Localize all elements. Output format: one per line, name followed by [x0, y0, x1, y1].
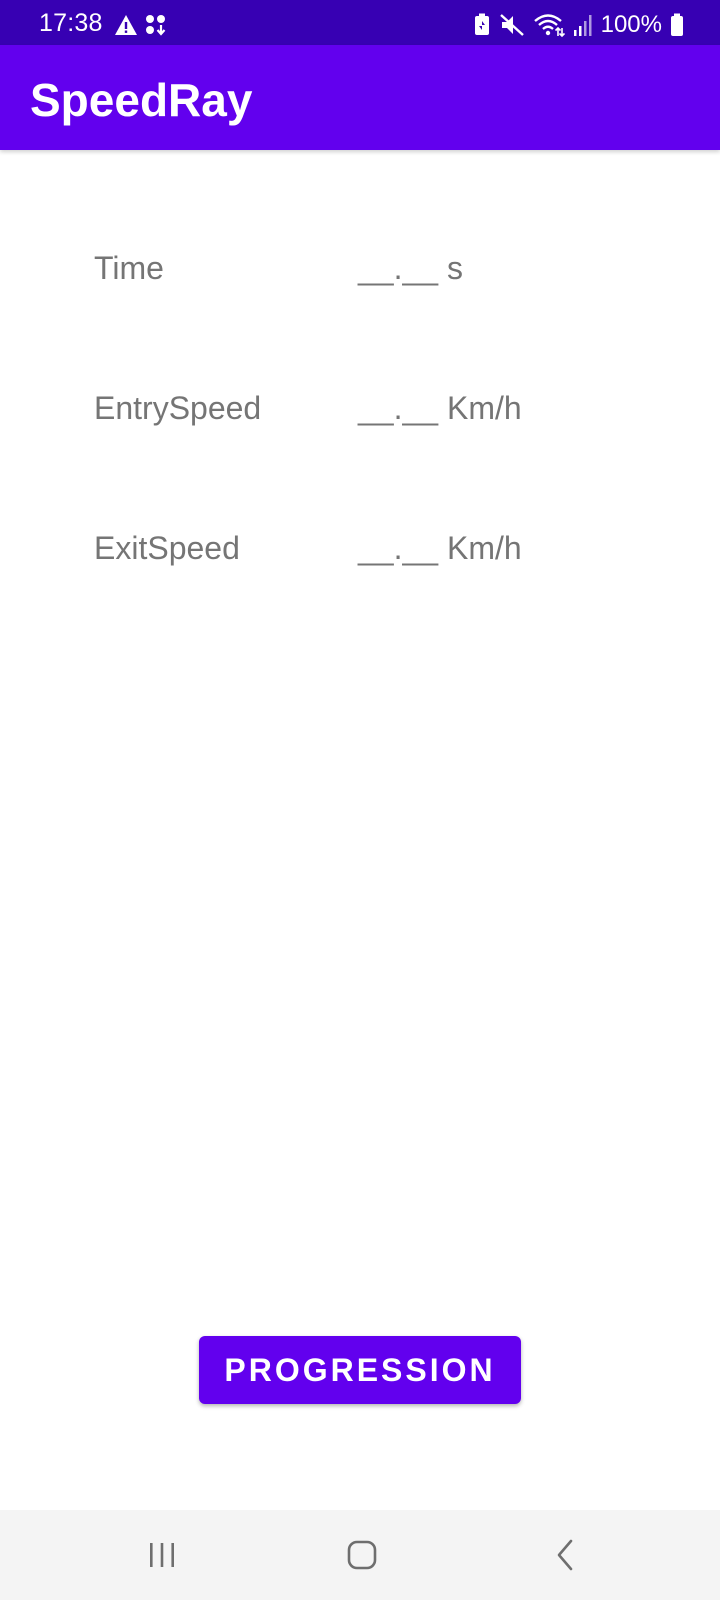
time-value: __.__ s	[358, 250, 463, 286]
entry-speed-value: __.__ Km/h	[358, 390, 522, 426]
entry-speed-label: EntrySpeed	[94, 390, 262, 426]
exit-speed-value: __.__ Km/h	[358, 530, 522, 566]
back-icon	[553, 1538, 577, 1572]
status-left-icons	[114, 12, 168, 38]
app-screen: 17:38 100% SpeedRay Time __.__ s EntrySp…	[0, 0, 720, 1600]
app-bar: SpeedRay	[0, 45, 720, 150]
warning-icon	[114, 14, 138, 36]
signal-icon	[573, 13, 593, 37]
wifi-icon	[533, 12, 565, 38]
progression-button[interactable]: PROGRESSION	[199, 1336, 521, 1404]
battery-percent: 100%	[600, 11, 662, 38]
recent-apps-icon	[147, 1540, 177, 1570]
download-icon	[144, 13, 168, 37]
status-right-icons: 100%	[473, 10, 684, 40]
recent-apps-button[interactable]	[132, 1530, 192, 1580]
home-button[interactable]	[332, 1530, 392, 1580]
status-time: 17:38	[39, 9, 103, 37]
battery-icon	[670, 13, 684, 37]
battery-saver-icon	[473, 13, 491, 37]
exit-speed-label: ExitSpeed	[94, 530, 240, 566]
status-bar: 17:38 100%	[0, 0, 720, 45]
back-button[interactable]	[535, 1530, 595, 1580]
app-title: SpeedRay	[30, 74, 253, 126]
time-label: Time	[94, 250, 164, 286]
home-icon	[346, 1539, 378, 1571]
mute-icon	[499, 13, 525, 37]
navigation-bar	[0, 1510, 720, 1600]
